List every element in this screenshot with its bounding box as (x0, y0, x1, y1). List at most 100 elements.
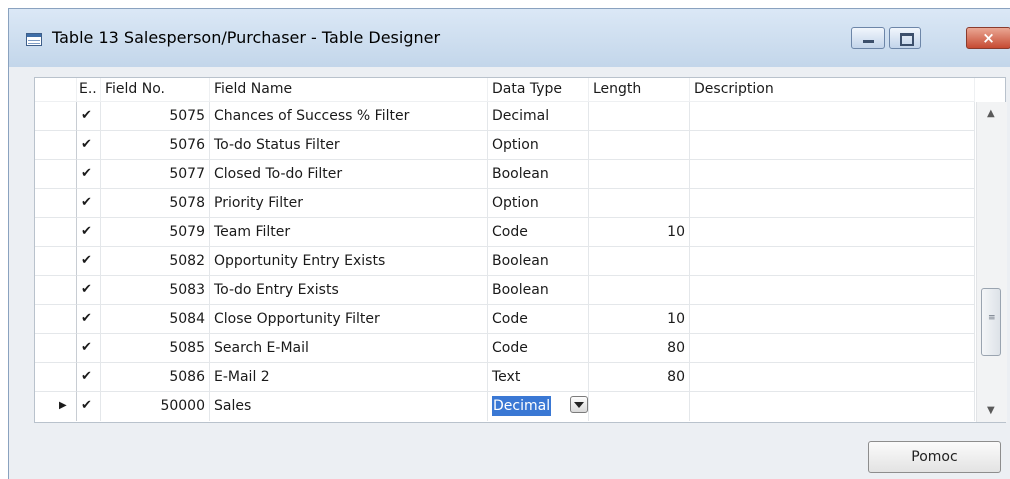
maximize-button[interactable] (889, 27, 921, 49)
description-cell[interactable] (690, 392, 975, 421)
enabled-check-icon[interactable]: ✔ (77, 334, 101, 363)
field-name-cell[interactable]: To-do Entry Exists (210, 276, 488, 305)
column-header-selector[interactable] (35, 78, 77, 102)
field-name-cell[interactable]: Opportunity Entry Exists (210, 247, 488, 276)
enabled-check-icon[interactable]: ✔ (77, 392, 101, 421)
field-name-cell[interactable]: Search E-Mail (210, 334, 488, 363)
table-row[interactable]: ✔ 5076 To-do Status Filter Option (35, 131, 975, 160)
description-cell[interactable] (690, 334, 975, 363)
enabled-check-icon[interactable]: ✔ (77, 160, 101, 189)
column-header-description[interactable]: Description (690, 78, 975, 102)
description-cell[interactable] (690, 363, 975, 392)
length-cell[interactable]: 10 (589, 218, 690, 247)
data-type-cell[interactable]: Option (488, 131, 589, 160)
data-type-cell[interactable]: Code (488, 218, 589, 247)
field-name-cell[interactable]: Chances of Success % Filter (210, 102, 488, 131)
table-row[interactable]: ✔ 5082 Opportunity Entry Exists Boolean (35, 247, 975, 276)
enabled-check-icon[interactable]: ✔ (77, 131, 101, 160)
close-button[interactable]: × (966, 27, 1010, 49)
length-cell[interactable] (589, 160, 690, 189)
description-cell[interactable] (690, 276, 975, 305)
table-row[interactable]: ✔ 5077 Closed To-do Filter Boolean (35, 160, 975, 189)
field-name-cell[interactable]: Sales (210, 392, 488, 421)
field-no-cell[interactable]: 5075 (101, 102, 210, 131)
title-bar[interactable]: Table 13 Salesperson/Purchaser - Table D… (9, 9, 1010, 67)
scroll-up-arrow-icon[interactable]: ▲ (987, 108, 995, 119)
column-header-length[interactable]: Length (589, 78, 690, 102)
row-selector[interactable] (35, 305, 77, 334)
enabled-check-icon[interactable]: ✔ (77, 305, 101, 334)
field-no-cell[interactable]: 5082 (101, 247, 210, 276)
table-row[interactable]: ✔ 5079 Team Filter Code 10 (35, 218, 975, 247)
field-name-cell[interactable]: Close Opportunity Filter (210, 305, 488, 334)
data-type-cell[interactable]: Decimal (488, 102, 589, 131)
field-no-cell[interactable]: 5085 (101, 334, 210, 363)
description-cell[interactable] (690, 189, 975, 218)
field-no-cell[interactable]: 5084 (101, 305, 210, 334)
row-selector[interactable] (35, 189, 77, 218)
description-cell[interactable] (690, 131, 975, 160)
field-no-cell[interactable]: 5078 (101, 189, 210, 218)
description-cell[interactable] (690, 247, 975, 276)
data-type-cell[interactable]: Text (488, 363, 589, 392)
table-row[interactable]: ✔ 5086 E-Mail 2 Text 80 (35, 363, 975, 392)
row-selector[interactable] (35, 218, 77, 247)
field-name-cell[interactable]: To-do Status Filter (210, 131, 488, 160)
data-type-cell[interactable]: Boolean (488, 160, 589, 189)
field-no-cell[interactable]: 5076 (101, 131, 210, 160)
data-type-cell[interactable]: Code (488, 305, 589, 334)
enabled-check-icon[interactable]: ✔ (77, 218, 101, 247)
scroll-down-arrow-icon[interactable]: ▼ (987, 405, 995, 416)
field-no-cell[interactable]: 5086 (101, 363, 210, 392)
data-type-cell[interactable]: Boolean (488, 276, 589, 305)
length-cell[interactable] (589, 189, 690, 218)
length-cell[interactable]: 10 (589, 305, 690, 334)
vertical-scrollbar[interactable]: ▲ ≡ ▼ (976, 102, 1007, 422)
field-no-cell[interactable]: 5079 (101, 218, 210, 247)
row-selector[interactable] (35, 131, 77, 160)
enabled-check-icon[interactable]: ✔ (77, 247, 101, 276)
field-name-cell[interactable]: Closed To-do Filter (210, 160, 488, 189)
row-selector[interactable]: ▶ (35, 392, 77, 421)
help-button[interactable]: Pomoc (868, 441, 1001, 473)
data-type-cell[interactable]: Boolean (488, 247, 589, 276)
column-header-field-no[interactable]: Field No. (101, 78, 210, 102)
row-selector[interactable] (35, 363, 77, 392)
table-row-current[interactable]: ▶ ✔ 50000 Sales Decimal (35, 392, 975, 421)
description-cell[interactable] (690, 305, 975, 334)
length-cell[interactable] (589, 392, 690, 421)
length-cell[interactable] (589, 276, 690, 305)
description-cell[interactable] (690, 160, 975, 189)
table-row[interactable]: ✔ 5078 Priority Filter Option (35, 189, 975, 218)
row-selector[interactable] (35, 334, 77, 363)
enabled-check-icon[interactable]: ✔ (77, 276, 101, 305)
column-header-data-type[interactable]: Data Type (488, 78, 589, 102)
enabled-check-icon[interactable]: ✔ (77, 363, 101, 392)
data-type-dropdown-button[interactable] (570, 396, 588, 413)
field-no-cell[interactable]: 5083 (101, 276, 210, 305)
length-cell[interactable]: 80 (589, 334, 690, 363)
row-selector[interactable] (35, 247, 77, 276)
enabled-check-icon[interactable]: ✔ (77, 189, 101, 218)
minimize-button[interactable] (851, 27, 885, 49)
length-cell[interactable]: 80 (589, 363, 690, 392)
field-no-cell[interactable]: 5077 (101, 160, 210, 189)
column-header-field-name[interactable]: Field Name (210, 78, 488, 102)
data-type-cell[interactable]: Code (488, 334, 589, 363)
enabled-check-icon[interactable]: ✔ (77, 102, 101, 131)
description-cell[interactable] (690, 102, 975, 131)
data-type-selected-value[interactable]: Decimal (492, 396, 552, 416)
length-cell[interactable] (589, 131, 690, 160)
row-selector[interactable] (35, 276, 77, 305)
length-cell[interactable] (589, 102, 690, 131)
scrollbar-thumb[interactable]: ≡ (981, 288, 1001, 356)
field-name-cell[interactable]: Priority Filter (210, 189, 488, 218)
length-cell[interactable] (589, 247, 690, 276)
table-row[interactable]: ✔ 5083 To-do Entry Exists Boolean (35, 276, 975, 305)
description-cell[interactable] (690, 218, 975, 247)
data-type-cell[interactable]: Option (488, 189, 589, 218)
column-header-enabled[interactable]: E.. (77, 78, 101, 102)
table-row[interactable]: ✔ 5075 Chances of Success % Filter Decimal (35, 102, 975, 131)
table-row[interactable]: ✔ 5084 Close Opportunity Filter Code 10 (35, 305, 975, 334)
row-selector[interactable] (35, 102, 77, 131)
